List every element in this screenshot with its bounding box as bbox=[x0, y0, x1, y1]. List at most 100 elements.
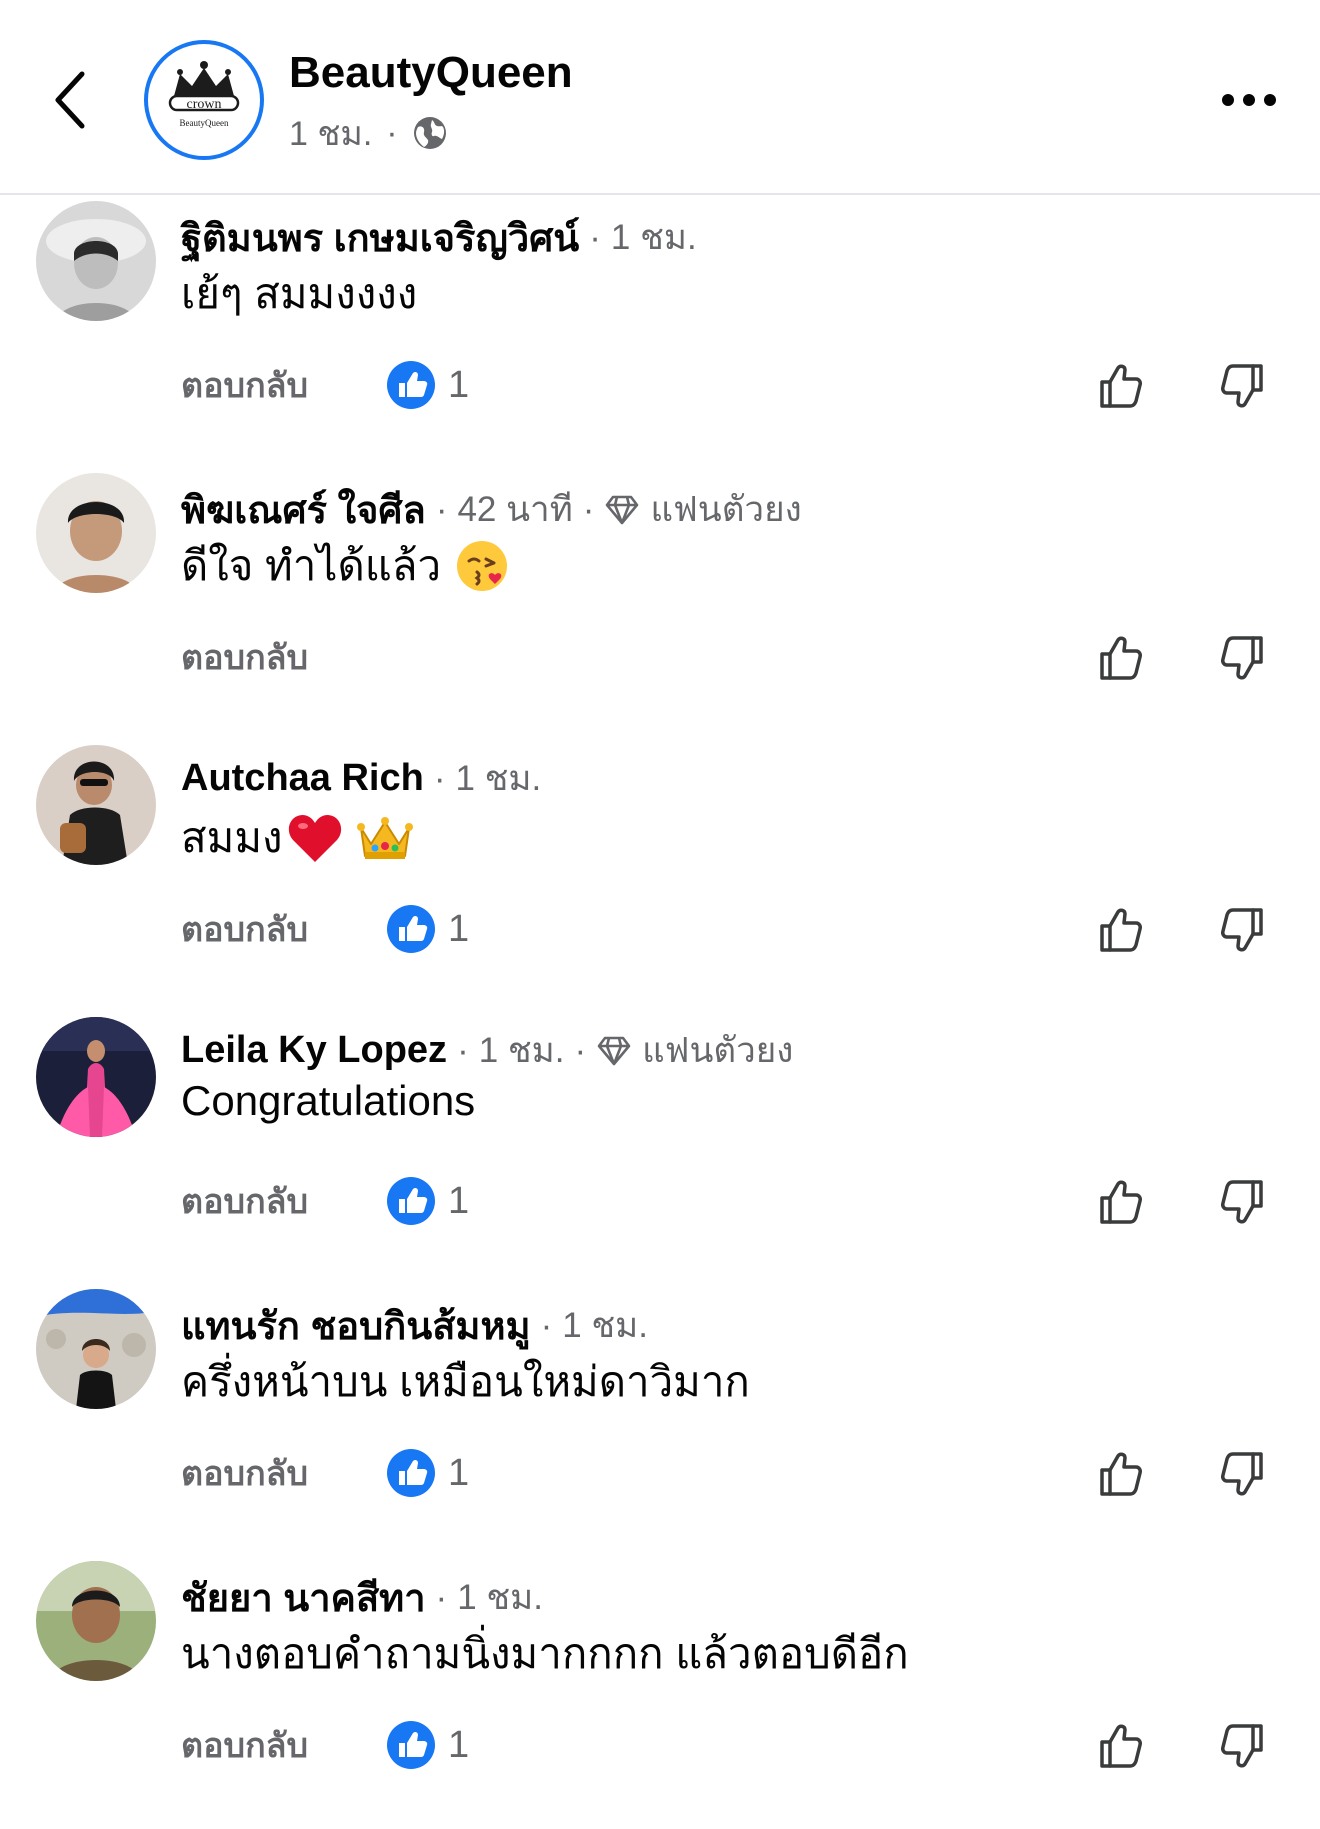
comment-meta: · 1 ชม. bbox=[579, 210, 696, 265]
comment-text: ครึ่งหน้าบน เหมือนใหม่ดาวิมาก bbox=[181, 1358, 750, 1405]
reply-button[interactable]: ตอบกลับ bbox=[181, 629, 308, 685]
avatar-photo bbox=[36, 473, 156, 593]
reply-button[interactable]: ตอบกลับ bbox=[181, 1445, 308, 1501]
comment-text: เย้ๆ สมมงงงง bbox=[181, 270, 418, 317]
commenter-avatar[interactable] bbox=[36, 1561, 156, 1681]
commenter-avatar[interactable] bbox=[36, 1289, 156, 1409]
commenter-avatar[interactable] bbox=[36, 473, 156, 593]
comment-text: ดีใจ ทำได้แล้ว bbox=[181, 533, 509, 599]
thumbs-down-icon bbox=[1221, 636, 1263, 680]
comment-time: 42 นาที bbox=[457, 490, 573, 529]
comment-header: ชัยยา นาคสีทา · 1 ชม. bbox=[181, 1567, 543, 1628]
dislike-button[interactable] bbox=[1214, 1447, 1268, 1501]
diamond-icon bbox=[597, 1036, 631, 1065]
dislike-button[interactable] bbox=[1214, 1175, 1268, 1229]
reaction-summary[interactable]: 1 bbox=[386, 1173, 469, 1229]
thumbs-down-icon bbox=[1221, 364, 1263, 408]
comment-text: สมมง bbox=[181, 805, 413, 871]
thumbs-down-icon bbox=[1221, 1724, 1263, 1768]
commenter-name[interactable]: ชัยยา นาคสีทา bbox=[181, 1567, 426, 1628]
comment-time: 1 ชม. bbox=[478, 1031, 565, 1070]
like-button[interactable] bbox=[1095, 359, 1149, 413]
face-blowing-kiss-emoji bbox=[455, 539, 509, 593]
commenter-avatar[interactable] bbox=[36, 745, 156, 865]
comment-actions: ตอบกลับ 1 bbox=[181, 357, 1281, 413]
commenter-name[interactable]: Autchaa Rich bbox=[181, 757, 424, 800]
reply-button[interactable]: ตอบกลับ bbox=[181, 357, 308, 413]
avatar-photo bbox=[36, 201, 156, 321]
crown-emoji bbox=[356, 814, 413, 862]
comment-meta: · 1 ชม. bbox=[531, 1298, 648, 1353]
reaction-count: 1 bbox=[448, 363, 470, 406]
commenter-avatar[interactable] bbox=[36, 1017, 156, 1137]
comments-list: ฐิติมนพร เกษมเจริญวิศน์ · 1 ชม. เย้ๆ สมม… bbox=[0, 197, 1320, 1829]
reaction-summary[interactable]: 1 bbox=[386, 1717, 469, 1773]
crown-logo: crown BeautyQueen bbox=[154, 50, 254, 150]
reaction-count: 1 bbox=[448, 1179, 470, 1222]
page-avatar[interactable]: crown BeautyQueen bbox=[144, 40, 264, 160]
dislike-button[interactable] bbox=[1214, 359, 1268, 413]
top-fan-badge: แฟนตัวยง bbox=[604, 482, 802, 537]
back-button[interactable] bbox=[40, 62, 100, 138]
comment-meta: · 1 ชม. bbox=[426, 1570, 543, 1625]
avatar-photo bbox=[36, 1289, 156, 1409]
reply-button[interactable]: ตอบกลับ bbox=[181, 901, 308, 957]
thumbs-up-icon bbox=[1100, 636, 1142, 680]
comment-meta: · 1 ชม. · แฟนตัวยง bbox=[447, 1023, 793, 1078]
thumbs-down-icon bbox=[1221, 1180, 1263, 1224]
comment-header: Leila Ky Lopez · 1 ชม. · แฟนตัวยง bbox=[181, 1023, 793, 1078]
like-button[interactable] bbox=[1095, 1447, 1149, 1501]
reaction-count: 1 bbox=[448, 907, 470, 950]
comment-item: Leila Ky Lopez · 1 ชม. · แฟนตัวยง Congra… bbox=[0, 1013, 1320, 1285]
reply-button[interactable]: ตอบกลับ bbox=[181, 1717, 308, 1773]
comment-time: 1 ชม. bbox=[610, 218, 697, 257]
comment-actions: ตอบกลับ 1 bbox=[181, 1445, 1281, 1501]
thumbs-up-icon bbox=[1100, 1452, 1142, 1496]
dislike-button[interactable] bbox=[1214, 631, 1268, 685]
comment-item: พิฆเณศร์ ใจศีล · 42 นาที · แฟนตัวยง ดีใจ… bbox=[0, 469, 1320, 741]
chevron-left-icon bbox=[55, 71, 85, 129]
page-name[interactable]: BeautyQueen bbox=[289, 48, 573, 98]
commenter-name[interactable]: ฐิติมนพร เกษมเจริญวิศน์ bbox=[181, 207, 579, 268]
commenter-name[interactable]: Leila Ky Lopez bbox=[181, 1029, 447, 1072]
comment-time: 1 ชม. bbox=[455, 759, 542, 798]
more-options-button[interactable] bbox=[1216, 78, 1282, 122]
reaction-count: 1 bbox=[448, 1451, 470, 1494]
thumbs-up-icon bbox=[1100, 1724, 1142, 1768]
post-meta: 1 ชม. · bbox=[289, 106, 448, 160]
like-button[interactable] bbox=[1095, 1175, 1149, 1229]
red-heart-emoji bbox=[287, 812, 343, 864]
comment-text: Congratulations bbox=[181, 1077, 476, 1124]
like-reaction-icon bbox=[387, 905, 435, 953]
commenter-avatar[interactable] bbox=[36, 201, 156, 321]
avatar-photo bbox=[36, 1561, 156, 1681]
meta-separator: · bbox=[386, 113, 398, 152]
dislike-button[interactable] bbox=[1214, 1719, 1268, 1773]
svg-text:BeautyQueen: BeautyQueen bbox=[180, 118, 229, 128]
top-fan-badge: แฟนตัวยง bbox=[596, 1023, 793, 1078]
comment-actions: ตอบกลับ bbox=[181, 629, 1281, 685]
comment-time: 1 ชม. bbox=[562, 1306, 648, 1345]
thumbs-up-icon bbox=[1100, 908, 1142, 952]
reaction-summary[interactable]: 1 bbox=[386, 901, 469, 957]
like-reaction-icon bbox=[387, 361, 435, 409]
comment-item: ชัยยา นาคสีทา · 1 ชม. นางตอบคำถามนิ่งมาก… bbox=[0, 1557, 1320, 1829]
comment-header: พิฆเณศร์ ใจศีล · 42 นาที · แฟนตัวยง bbox=[181, 479, 802, 540]
comment-meta: · 42 นาที · แฟนตัวยง bbox=[426, 482, 802, 537]
thumbs-down-icon bbox=[1221, 1452, 1263, 1496]
reply-button[interactable]: ตอบกลับ bbox=[181, 1173, 308, 1229]
thumbs-up-icon bbox=[1100, 1180, 1142, 1224]
commenter-name[interactable]: แทนรัก ชอบกินส้มหมู bbox=[181, 1295, 531, 1356]
comment-time: 1 ชม. bbox=[457, 1578, 543, 1617]
reaction-summary[interactable]: 1 bbox=[386, 1445, 469, 1501]
like-button[interactable] bbox=[1095, 631, 1149, 685]
comment-item: ฐิติมนพร เกษมเจริญวิศน์ · 1 ชม. เย้ๆ สมม… bbox=[0, 197, 1320, 469]
comment-header: ฐิติมนพร เกษมเจริญวิศน์ · 1 ชม. bbox=[181, 207, 697, 268]
comment-item: แทนรัก ชอบกินส้มหมู · 1 ชม. ครึ่งหน้าบน … bbox=[0, 1285, 1320, 1557]
like-button[interactable] bbox=[1095, 1719, 1149, 1773]
avatar-photo bbox=[36, 1017, 156, 1137]
dislike-button[interactable] bbox=[1214, 903, 1268, 957]
reaction-summary[interactable]: 1 bbox=[386, 357, 469, 413]
commenter-name[interactable]: พิฆเณศร์ ใจศีล bbox=[181, 479, 426, 540]
like-button[interactable] bbox=[1095, 903, 1149, 957]
